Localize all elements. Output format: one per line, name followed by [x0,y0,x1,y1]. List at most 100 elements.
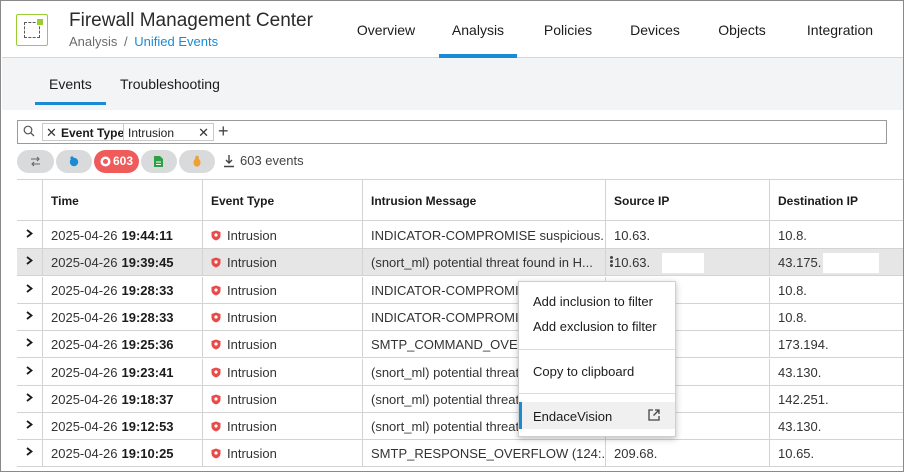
cell-date: 2025-04-26 [51,228,118,243]
breadcrumb-current[interactable]: Unified Events [134,34,218,49]
breadcrumb-separator: / [124,34,128,49]
cell-source-ip: 209.68. [605,440,769,468]
cell-event-type-text: Intrusion [227,391,277,407]
table-row[interactable]: 2025-04-26 19:23:41 Intrusion (snort_ml) po… [17,358,903,386]
chip-value[interactable]: Intrusion [128,126,174,140]
cell-destination-ip: 10.65. [769,440,903,468]
add-filter-icon[interactable]: + [218,121,229,141]
filter-search-bar[interactable]: ✕ Event Type Intrusion ✕ + [17,120,887,144]
nav-objects[interactable]: Objects [712,2,772,58]
intrusion-icon [211,230,221,241]
cell-time: 2025-04-26 19:12:53 [42,413,202,441]
expand-row-chevron-icon[interactable] [17,331,42,358]
intrusion-icon [211,367,221,377]
nav-devices[interactable]: Devices [624,2,686,58]
cell-event-type-text: Intrusion [227,309,277,325]
file-events-filter[interactable] [141,150,177,173]
bug-icon [193,155,201,167]
cell-time: 2025-04-26 19:28:33 [42,276,202,304]
connection-events-filter[interactable] [17,150,54,173]
col-event-type[interactable]: Event Type [202,180,362,222]
search-icon [23,125,35,137]
intrusion-icon [211,394,221,405]
download-icon[interactable] [223,154,235,168]
app-window: Firewall Management Center Analysis / Un… [0,0,904,472]
subtab-bar: Events Troubleshooting [2,58,903,110]
context-menu: Add inclusion to filter Add exclusion to… [518,281,676,437]
intrusion-icon [211,312,221,323]
col-intrusion-message[interactable]: Intrusion Message [362,180,605,222]
nav-analysis[interactable]: Analysis [439,2,517,58]
col-time[interactable]: Time [42,180,202,222]
cell-time: 2025-04-26 19:18:37 [42,385,202,413]
top-header: Firewall Management Center Analysis / Un… [2,2,903,58]
cell-event-type-text: Intrusion [227,282,277,298]
intrusion-icon [211,421,221,432]
bug-shield-icon [69,156,79,167]
bug-events-filter[interactable] [179,150,215,173]
breadcrumb-root[interactable]: Analysis [69,34,117,49]
intrusion-icon [211,448,221,459]
expand-row-chevron-icon[interactable] [17,413,42,440]
redacted-block [823,253,879,274]
cell-clock: 19:10:25 [121,446,174,462]
cell-destination-ip: 142.251. [769,385,903,413]
menu-add-exclusion[interactable]: Add exclusion to filter [533,319,657,334]
cell-time: 2025-04-26 19:39:45 [42,249,202,277]
cell-clock: 19:25:36 [121,337,174,353]
cell-clock: 19:44:11 [121,228,173,243]
expand-row-chevron-icon[interactable] [17,249,42,276]
intrusion-icon [211,285,221,296]
table-row[interactable]: 2025-04-26 19:44:11 Intrusion INDICATOR-COM… [17,222,903,249]
expand-row-chevron-icon[interactable] [17,277,42,304]
cell-intrusion-message: (snort_ml) potential threat found in H..… [362,249,605,277]
cell-time: 2025-04-26 19:25:36 [42,331,202,359]
table-row[interactable]: 2025-04-26 19:28:33 Intrusion INDICATOR-COM… [17,303,903,331]
table-row[interactable]: 2025-04-26 19:39:45 Intrusion (snort_ml) po… [17,249,903,277]
cell-time: 2025-04-26 19:10:25 [42,440,202,468]
col-source-ip[interactable]: Source IP [605,180,769,222]
nav-policies[interactable]: Policies [537,2,599,58]
table-row[interactable]: 2025-04-26 19:12:53 Intrusion (snort_ml) po… [17,413,903,441]
external-link-icon[interactable] [647,408,661,422]
expand-row-chevron-icon[interactable] [17,359,42,386]
malware-events-filter[interactable] [56,150,92,173]
nav-integration[interactable]: Integration [798,2,882,58]
expand-row-chevron-icon[interactable] [17,222,42,249]
cell-time: 2025-04-26 19:28:33 [42,303,202,331]
menu-endacevision[interactable]: EndaceVision [533,409,612,424]
menu-divider [519,349,675,350]
clear-value-icon[interactable]: ✕ [198,125,209,141]
cell-event-type: Intrusion [202,413,362,441]
col-destination-ip[interactable]: Destination IP [769,180,903,222]
intrusion-icon [211,339,221,350]
menu-add-inclusion[interactable]: Add inclusion to filter [533,294,653,309]
tab-events[interactable]: Events [35,76,106,105]
table-row[interactable]: 2025-04-26 19:18:37 Intrusion (snort_ml) po… [17,385,903,413]
cell-clock: 19:39:45 [121,255,174,271]
intrusion-events-filter[interactable]: 603 [94,150,139,173]
expand-row-chevron-icon[interactable] [17,304,42,331]
table-header: Time Event Type Intrusion Message Source… [17,179,903,222]
expand-row-chevron-icon[interactable] [17,386,42,413]
expand-row-chevron-icon[interactable] [17,440,42,467]
table-row[interactable]: 2025-04-26 19:10:25 Intrusion SMTP_RESPONSE… [17,440,903,468]
arrows-swap-icon [31,156,40,167]
cell-date: 2025-04-26 [51,446,118,462]
intrusion-icon [211,257,221,268]
cell-date: 2025-04-26 [51,282,118,298]
nav-overview[interactable]: Overview [353,2,419,58]
cell-clock: 19:28:33 [121,309,174,325]
menu-copy-clipboard[interactable]: Copy to clipboard [533,364,634,379]
cell-event-type: Intrusion [202,222,362,249]
table-row[interactable]: 2025-04-26 19:28:33 Intrusion INDICATOR-COM… [17,276,903,304]
cell-event-type-text: Intrusion [227,255,277,271]
cell-destination-ip: 173.194. [769,331,903,359]
table-row[interactable]: 2025-04-26 19:25:36 Intrusion SMTP_COMMAND_… [17,331,903,359]
breadcrumb: Analysis / Unified Events [69,34,218,49]
cell-event-type: Intrusion [202,440,362,468]
tab-troubleshooting[interactable]: Troubleshooting [120,76,220,92]
cell-clock: 19:28:33 [121,282,174,298]
remove-chip-icon[interactable]: ✕ [46,125,57,141]
cell-event-type-text: Intrusion [227,228,277,243]
